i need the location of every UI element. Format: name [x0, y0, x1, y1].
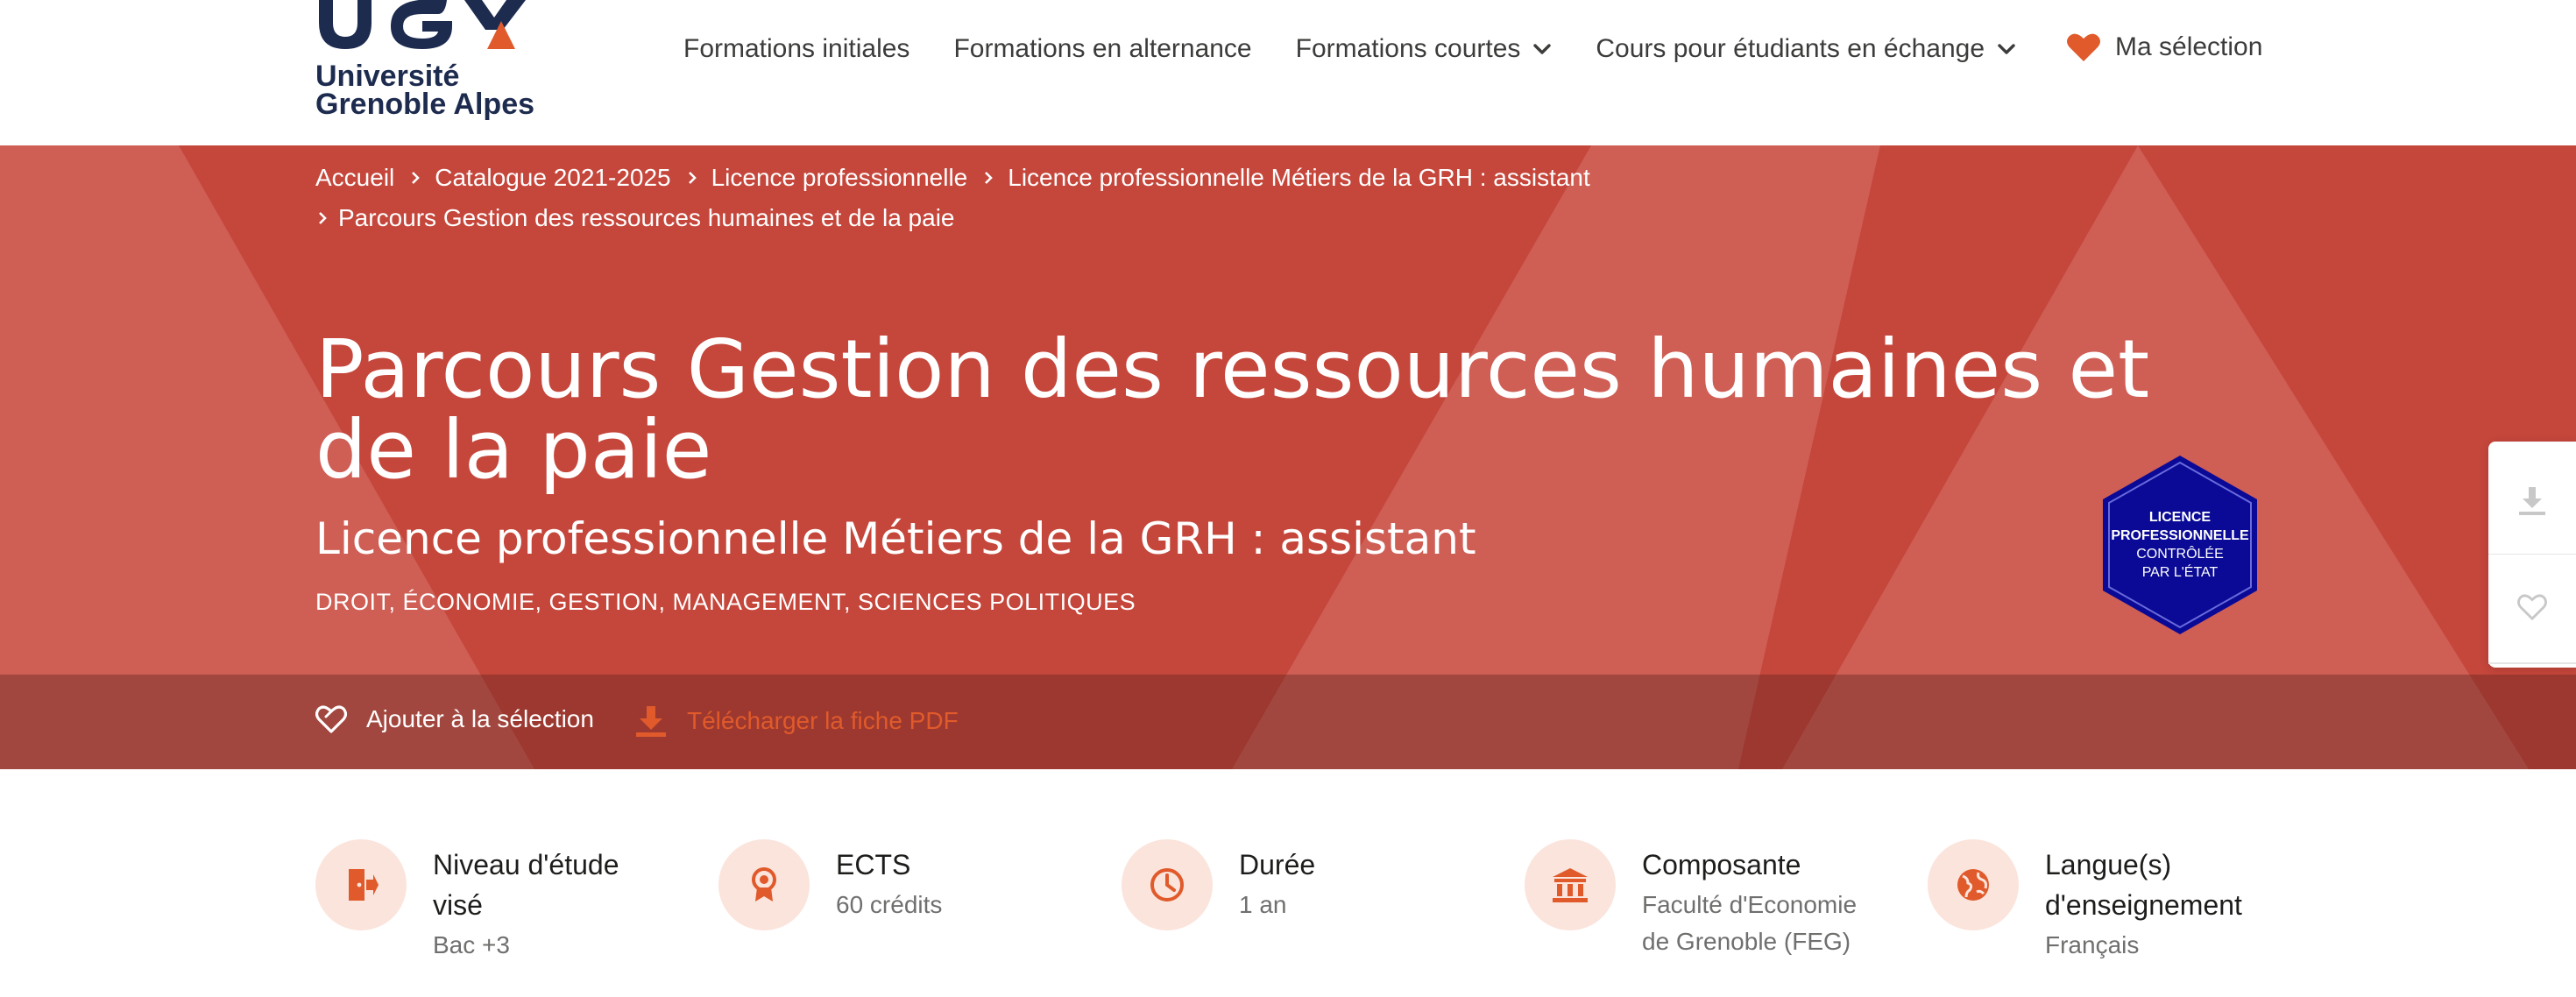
breadcrumb-item-current: Parcours Gestion des ressources humaines… [338, 204, 955, 231]
badge-line: CONTRÔLÉE [2136, 547, 2224, 562]
uga-logo[interactable]: Université Grenoble Alpes [315, 0, 552, 123]
side-panel-divider [2488, 662, 2576, 664]
download-icon [2519, 487, 2545, 515]
nav-cours-echange[interactable]: Cours pour étudiants en échange [1596, 34, 2016, 64]
key-facts: Niveau d'étude visé Bac +3 ECTS 60 crédi… [315, 839, 2261, 997]
clock-icon [1122, 839, 1213, 930]
ma-selection-link[interactable]: Ma sélection [2066, 32, 2262, 63]
nav-label: Formations en alternance [953, 34, 1252, 63]
nav-formations-alternance[interactable]: Formations en alternance [953, 34, 1251, 64]
nav-formations-initiales[interactable]: Formations initiales [683, 34, 909, 64]
badge-line: LICENCE [2148, 510, 2212, 525]
award-ribbon-icon [718, 839, 810, 930]
fact-composante: Composante Faculté d'Economie de Grenobl… [1525, 839, 1893, 997]
action-bar: Ajouter à la sélection Télécharger la fi… [0, 675, 2576, 769]
fact-value: Faculté d'Economie de Grenoble (FEG) [1642, 891, 1858, 955]
fact-duree: Durée 1 an [1122, 839, 1490, 997]
breadcrumb-item-licence-pro[interactable]: Licence professionnelle [711, 158, 968, 198]
badge-line: PROFESSIONNELLE [2111, 528, 2249, 543]
chevron-right-icon [985, 172, 994, 184]
ma-selection-label: Ma sélection [2115, 32, 2263, 61]
page-subtitle: Licence professionnelle Métiers de la GR… [315, 513, 1476, 564]
chevron-right-icon [319, 212, 327, 224]
badge-text: LICENCE PROFESSIONNELLE CONTRÔLÉE PAR L'… [2099, 508, 2261, 582]
fact-label: Composante [1642, 849, 1801, 880]
nav-label: Formations initiales [683, 34, 910, 63]
fact-niveau: Niveau d'étude visé Bac +3 [315, 839, 683, 997]
side-favorite-button[interactable] [2488, 554, 2576, 659]
badge-line: PAR L'ÉTAT [2141, 565, 2219, 580]
page-title: Parcours Gestion des ressources humaines… [315, 322, 2150, 497]
fact-value: 60 crédits [836, 891, 943, 918]
logo-text-line2: Grenoble Alpes [315, 88, 535, 121]
fact-label: Niveau d'étude visé [433, 849, 619, 921]
fact-value: Bac +3 [433, 931, 510, 958]
hero-banner: Accueil Catalogue 2021-2025 Licence prof… [0, 145, 2576, 769]
nav-label: Cours pour étudiants en échange [1596, 34, 1985, 63]
add-to-selection-button[interactable]: Ajouter à la sélection [315, 704, 594, 734]
uga-logo-mark [319, 0, 526, 49]
chevron-right-icon [412, 172, 421, 184]
heart-outline-icon [2517, 593, 2547, 620]
main-nav: Formations initiales Formations en alter… [683, 32, 2016, 67]
fact-label: ECTS [836, 849, 911, 880]
fact-label: Langue(s) d'enseignement [2045, 849, 2242, 921]
fact-value: Français [2045, 931, 2140, 958]
add-to-selection-label: Ajouter à la sélection [366, 705, 594, 732]
breadcrumb-row: Accueil Catalogue 2021-2025 Licence prof… [315, 158, 2278, 198]
fact-value: 1 an [1239, 891, 1287, 918]
breadcrumb-item-licence-grh[interactable]: Licence professionnelle Métiers de la GR… [1008, 158, 1590, 198]
chevron-right-icon [688, 172, 697, 184]
domain-tags: DROIT, ÉCONOMIE, GESTION, MANAGEMENT, SC… [315, 589, 1136, 615]
chevron-down-icon [1533, 44, 1552, 54]
heart-filled-icon [2067, 33, 2100, 61]
globe-icon [1928, 839, 2019, 930]
fact-ects: ECTS 60 crédits [718, 839, 1086, 997]
breadcrumb-item-accueil[interactable]: Accueil [315, 158, 394, 198]
fact-langue: Langue(s) d'enseignement Français [1928, 839, 2296, 997]
download-pdf-button[interactable]: Télécharger la fiche PDF [634, 704, 959, 738]
institution-icon [1525, 839, 1616, 930]
download-icon [636, 706, 666, 737]
heart-outline-icon [315, 705, 347, 733]
download-pdf-label: Télécharger la fiche PDF [687, 707, 959, 734]
side-download-button[interactable] [2488, 449, 2576, 554]
fact-label: Durée [1239, 849, 1316, 880]
breadcrumb-row: Parcours Gestion des ressources humaines… [315, 198, 2278, 238]
chevron-down-icon [1998, 44, 2015, 54]
nav-label: Formations courtes [1295, 34, 1521, 63]
breadcrumb-item-catalogue[interactable]: Catalogue 2021-2025 [435, 158, 670, 198]
breadcrumb: Accueil Catalogue 2021-2025 Licence prof… [315, 158, 2278, 238]
site-header: Université Grenoble Alpes Formations ini… [0, 0, 2576, 145]
door-exit-icon [315, 839, 407, 930]
nav-formations-courtes[interactable]: Formations courtes [1296, 34, 1553, 64]
floating-side-panel [2488, 442, 2576, 668]
licence-controlee-badge: LICENCE PROFESSIONNELLE CONTRÔLÉE PAR L'… [2099, 454, 2261, 636]
